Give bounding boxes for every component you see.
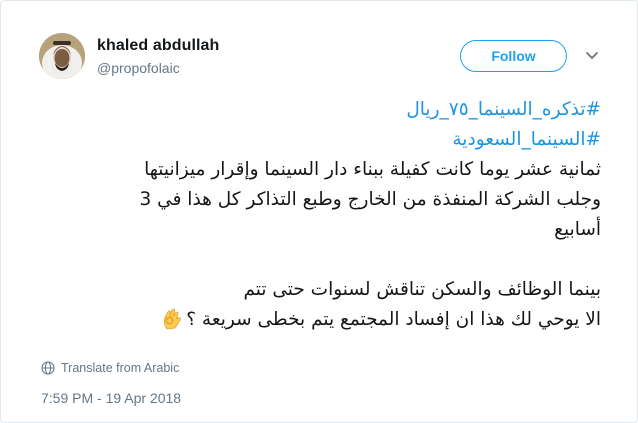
translate-link[interactable]: Translate from Arabic: [41, 361, 179, 375]
tweet-line: ثمانية عشر يوما كانت كفيلة ببناء دار الس…: [144, 159, 601, 180]
translate-label: Translate from Arabic: [61, 361, 180, 375]
hashtag-link[interactable]: #تذكره_السينما_٧٥_ريال: [41, 95, 601, 125]
tweet-text: #تذكره_السينما_٧٥_ريال #السينما_السعودية…: [41, 95, 602, 335]
follow-button[interactable]: Follow: [460, 40, 567, 72]
ok-hand-emoji: [160, 305, 186, 331]
avatar[interactable]: [39, 33, 85, 79]
tweet-card: khaled abdullah @propofolaic Follow #تذك…: [0, 0, 638, 423]
tweet-line: الا يوحي لك هذا ان إفساد المجتمع يتم بخط…: [186, 309, 601, 330]
hashtag-link[interactable]: #السينما_السعودية: [41, 125, 601, 155]
chevron-down-icon[interactable]: [584, 47, 600, 63]
user-handle[interactable]: @propofolaic: [97, 60, 180, 76]
tweet-line-with-emoji: الا يوحي لك هذا ان إفساد المجتمع يتم بخط…: [41, 305, 601, 335]
tweet-line: وجلب الشركة المنفذة من الخارج وطبع التذا…: [139, 189, 602, 210]
tweet-timestamp[interactable]: 7:59 PM - 19 Apr 2018: [41, 390, 181, 406]
globe-icon: [41, 361, 55, 375]
tweet-line: بينما الوظائف والسكن تناقش لسنوات حتى تت…: [243, 279, 601, 300]
tweet-line: أسابيع: [554, 219, 601, 240]
display-name[interactable]: khaled abdullah: [97, 37, 219, 55]
